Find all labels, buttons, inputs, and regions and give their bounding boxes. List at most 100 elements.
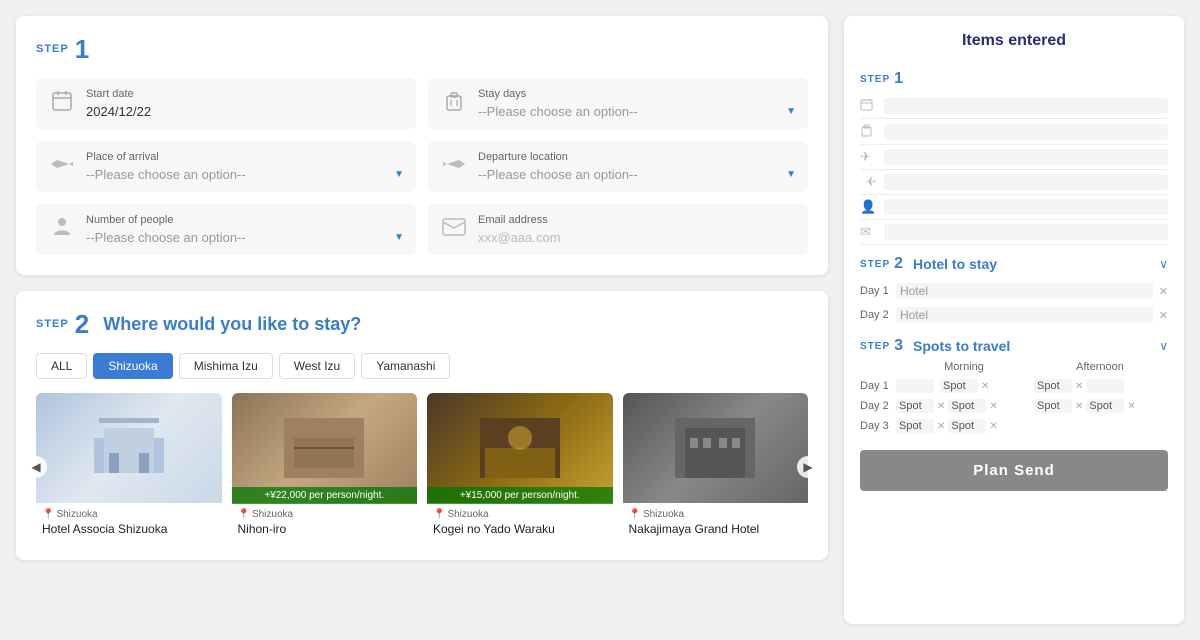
panel-hotel-day1-label: Day 1 [860,285,890,297]
place-arrival-placeholder: --Please choose an option-- [86,167,246,182]
spot-d1-m2-close[interactable]: ✕ [981,381,989,392]
spot-d2-m1-close[interactable]: ✕ [937,401,945,412]
panel-hotel-day2-close[interactable]: ✕ [1159,309,1168,322]
panel-start-date-row [860,94,1168,119]
place-arrival-field[interactable]: Place of arrival --Please choose an opti… [36,141,416,192]
spot-d1-m2[interactable]: Spot [940,379,978,393]
spot-d2-a1-close[interactable]: ✕ [1075,401,1083,412]
hotel-name-3: Kogei no Yado Waraku [433,522,607,536]
place-arrival-label: Place of arrival [86,151,404,163]
stay-days-label: Stay days [478,88,796,100]
hotel-name-2: Nihon-iro [238,522,412,536]
tab-yamanashi[interactable]: Yamanashi [361,353,450,379]
spot-d3-m1[interactable]: Spot [896,419,934,433]
step2-card: STEP 2 Where would you like to stay? ALL… [16,291,828,560]
spot-d3-m2[interactable]: Spot [948,419,986,433]
panel-stay-days-row [860,119,1168,145]
panel-departure-text [884,174,1168,190]
filter-tabs: ALL Shizuoka Mishima Izu West Izu Yamana… [36,353,808,379]
hotel-location-3: 📍 Shizuoka [433,509,607,520]
hotel-image-1 [36,393,222,503]
step2-label: STEP [36,318,69,330]
spot-day2-label: Day 2 [860,400,892,412]
panel-step2-title: Hotel to stay [913,256,1155,272]
spot-day1-morning: Spot ✕ [896,379,1030,393]
carousel-arrow-left[interactable]: ◀ [25,456,47,478]
hotel-badge-3: +¥15,000 per person/night. [427,487,613,504]
hotel-card-4[interactable]: 📍 Shizuoka Nakajimaya Grand Hotel [623,393,809,540]
spot-d2-m1[interactable]: Spot [896,399,934,413]
location-pin-icon-4: 📍 [629,509,641,520]
hotel-location-1: 📍 Shizuoka [42,509,216,520]
number-people-content: Number of people --Please choose an opti… [86,214,404,245]
spot-row-day3: Day 3 Spot ✕ Spot ✕ [860,416,1168,436]
panel-hotel-day1-row: Day 1 Hotel ✕ [860,279,1168,303]
spot-d2-m2-close[interactable]: ✕ [989,401,997,412]
spot-d2-a2-close[interactable]: ✕ [1127,401,1135,412]
step1-number: 1 [75,36,89,62]
luggage-icon [440,89,468,119]
main-panel: STEP 1 Start date 2024/12/22 Sta [16,16,828,624]
spot-day1-afternoon: Spot ✕ [1034,379,1168,393]
departure-location-select[interactable]: --Please choose an option-- ▼ [478,167,796,182]
panel-email-row: ✉ [860,220,1168,245]
spot-d3-m1-close[interactable]: ✕ [937,421,945,432]
plan-send-button[interactable]: Plan Send [860,450,1168,491]
tab-mishima-izu[interactable]: Mishima Izu [179,353,273,379]
stay-days-placeholder: --Please choose an option-- [478,104,638,119]
tab-all[interactable]: ALL [36,353,87,379]
hotel-card-2[interactable]: +¥22,000 per person/night. 📍 Shizuoka Ni… [232,393,418,540]
panel-hotel-day1-close[interactable]: ✕ [1159,285,1168,298]
arrival-plane-icon [48,154,76,180]
departure-location-label: Departure location [478,151,796,163]
step1-label: STEP [36,43,69,55]
panel-step2-chevron[interactable]: ∨ [1159,257,1168,271]
departure-location-field[interactable]: Departure location --Please choose an op… [428,141,808,192]
stay-days-select[interactable]: --Please choose an option-- ▼ [478,104,796,119]
panel-step3-chevron[interactable]: ∨ [1159,339,1168,353]
hotel-name-1: Hotel Associa Shizuoka [42,522,216,536]
spot-d3-m2-close[interactable]: ✕ [989,421,997,432]
stay-days-field[interactable]: Stay days --Please choose an option-- ▼ [428,78,808,129]
step2-number: 2 [75,311,89,337]
departure-plane-icon [440,154,468,180]
spot-d1-a1[interactable]: Spot [1034,379,1072,393]
panel-step1-header: STEP 1 [860,70,1168,88]
spot-d2-a2[interactable]: Spot [1086,399,1124,413]
email-placeholder: xxx@aaa.com [478,230,796,245]
location-pin-icon-3: 📍 [433,509,445,520]
hotel-name-4: Nakajimaya Grand Hotel [629,522,803,536]
hotel-card-1[interactable]: 📍 Shizuoka Hotel Associa Shizuoka [36,393,222,540]
carousel-arrow-right[interactable]: ▶ [797,456,819,478]
spot-d2-m2[interactable]: Spot [948,399,986,413]
panel-people-row: 👤 [860,195,1168,220]
number-people-chevron: ▼ [394,232,404,243]
number-people-placeholder: --Please choose an option-- [86,230,246,245]
email-field[interactable]: Email address xxx@aaa.com [428,204,808,255]
spot-d1-a1-close[interactable]: ✕ [1075,381,1083,392]
panel-hotel-day2-value: Hotel [896,307,1153,323]
tab-west-izu[interactable]: West Izu [279,353,355,379]
hotel-card-3[interactable]: +¥15,000 per person/night. 📍 Shizuoka Ko… [427,393,613,540]
stay-days-content: Stay days --Please choose an option-- ▼ [478,88,796,119]
spot-day2-afternoon: Spot ✕ Spot ✕ [1034,399,1168,413]
place-arrival-select[interactable]: --Please choose an option-- ▼ [86,167,404,182]
hotels-carousel: ◀ 📍 Shizuoka Hotel Associa Shizuoka [36,393,808,540]
spot-day3-morning: Spot ✕ Spot ✕ [896,419,1030,433]
panel-step3-title: Spots to travel [913,338,1155,354]
number-people-select[interactable]: --Please choose an option-- ▼ [86,230,404,245]
panel-arrival-row: ✈ [860,145,1168,170]
start-date-field[interactable]: Start date 2024/12/22 [36,78,416,129]
spot-d1-a2 [1086,379,1124,393]
hotel-location-2: 📍 Shizuoka [238,509,412,520]
spot-d2-a1[interactable]: Spot [1034,399,1072,413]
panel-hotel-day2-row: Day 2 Hotel ✕ [860,303,1168,327]
panel-step3-header: STEP 3 Spots to travel ∨ [860,337,1168,355]
number-people-field[interactable]: Number of people --Please choose an opti… [36,204,416,255]
location-pin-icon-2: 📍 [238,509,250,520]
panel-people-text [884,199,1168,215]
panel-email-icon: ✉ [860,224,876,240]
panel-hotel-day2-label: Day 2 [860,309,890,321]
tab-shizuoka[interactable]: Shizuoka [93,353,172,379]
spot-row-day2: Day 2 Spot ✕ Spot ✕ Spot ✕ Spot ✕ [860,396,1168,416]
